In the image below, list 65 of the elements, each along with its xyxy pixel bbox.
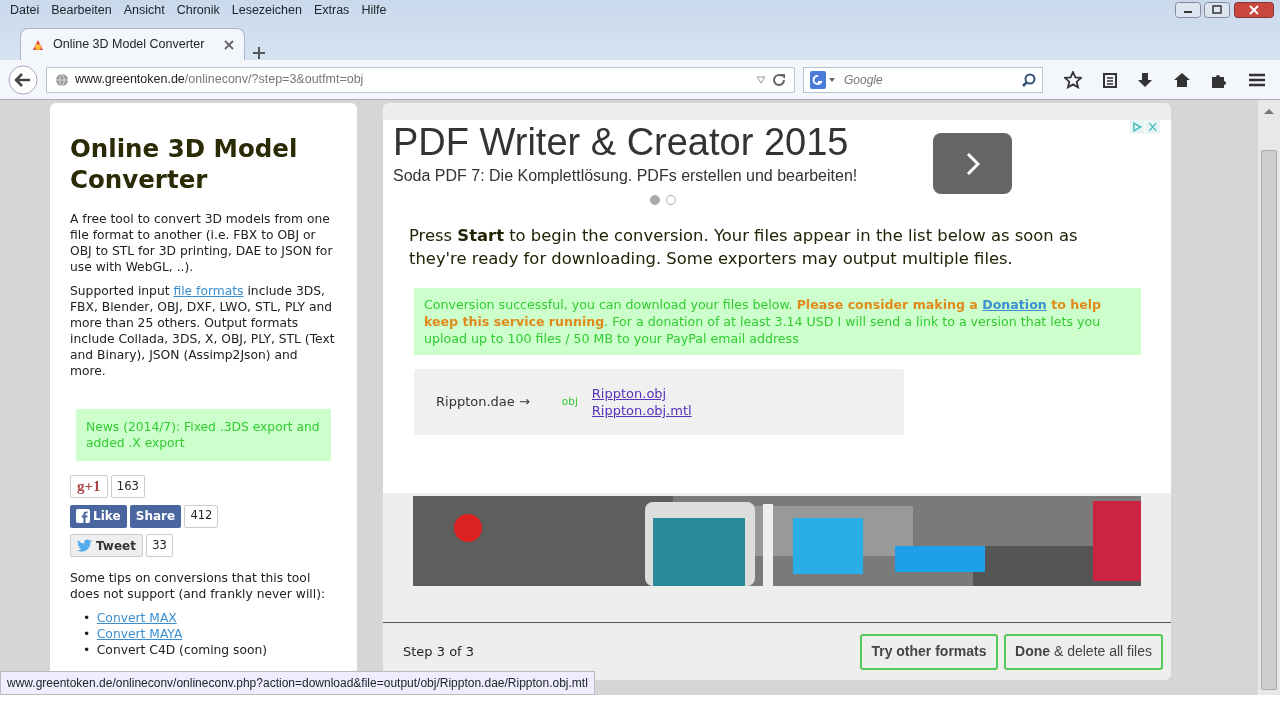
list-item: Convert C4D (coming soon) bbox=[96, 642, 268, 658]
paragraph: Supported input file formats include 3DS, FBX, Blender, OBJ, DXF, LWO, STL, PLY and more than 25 others. Output formats include Collada, 3DS, X, OBJ, PLY, STL (Text and Binary), JSON (Assimp2Json) and more. bbox=[70, 283, 336, 379]
status-url: www.greentoken.de/onlineconv/onlineconv.php?action=download&file=output/obj/Rippton.dae/Rippton.obj.mtl bbox=[0, 671, 595, 695]
paragraph: A free tool to convert 3D models from one file format to another (i.e. FBX to OBJ or OBJ to STL for 3D printing, DAE to JSON for use with WebGL, ..). bbox=[70, 211, 334, 275]
menu-item[interactable]: Bearbeiten bbox=[51, 0, 112, 20]
ad-headline[interactable]: PDF Writer & Creator 2015 bbox=[393, 120, 933, 164]
search-engine-icon[interactable] bbox=[810, 70, 836, 89]
bullet: • bbox=[83, 626, 91, 642]
bird-icon bbox=[77, 539, 93, 552]
bookmarks-list-icon[interactable] bbox=[1101, 71, 1118, 88]
carousel-dot[interactable] bbox=[649, 194, 660, 205]
tab-title: Online 3D Model Converter bbox=[53, 36, 206, 54]
menu-item[interactable]: Datei bbox=[10, 0, 40, 20]
download-icon[interactable] bbox=[1137, 71, 1153, 88]
plus-one-button[interactable]: g+1 bbox=[70, 475, 108, 498]
menu-icon[interactable] bbox=[1247, 71, 1266, 88]
search-icon[interactable] bbox=[1022, 72, 1036, 87]
reload-icon[interactable] bbox=[772, 72, 786, 87]
url-text: www.greentoken.de/onlineconv/?step=3&outfmt=obj bbox=[75, 71, 365, 89]
like-button[interactable]: Like bbox=[70, 504, 127, 528]
browser-tab[interactable]: Online 3D Model Converter bbox=[20, 28, 245, 60]
ad-text[interactable]: Soda PDF 7: Die Komplettlösung. PDFs erstellen und bearbeiten! bbox=[393, 164, 933, 188]
file-link[interactable]: Rippton.obj.mtl bbox=[591, 402, 692, 419]
menu-item[interactable]: Chronik bbox=[176, 0, 220, 20]
page-title: Online 3D Model Converter bbox=[70, 133, 299, 195]
minimize-button[interactable] bbox=[1175, 2, 1201, 18]
step-indicator: Step 3 of 3 bbox=[403, 642, 475, 661]
share-count: 33 bbox=[146, 534, 173, 557]
close-icon[interactable] bbox=[224, 39, 234, 50]
share-count: 163 bbox=[110, 475, 145, 498]
maximize-button[interactable] bbox=[1204, 2, 1231, 18]
back-button[interactable] bbox=[8, 64, 38, 95]
menu-item[interactable]: Ansicht bbox=[123, 0, 165, 20]
facebook-icon bbox=[76, 509, 90, 523]
bullet: • bbox=[83, 642, 91, 658]
footer-button[interactable]: Done & delete all files bbox=[1004, 633, 1163, 670]
new-tab-icon[interactable] bbox=[251, 46, 266, 60]
menu-item[interactable]: Extras bbox=[313, 0, 350, 20]
close-button[interactable] bbox=[1233, 2, 1274, 18]
link[interactable]: file formats bbox=[173, 284, 244, 298]
address-bar[interactable]: www.greentoken.de/onlineconv/?step=3&outfmt=obj bbox=[46, 66, 795, 93]
link[interactable]: Convert MAX bbox=[96, 610, 177, 626]
bullet: • bbox=[83, 610, 91, 626]
chevron-right-icon bbox=[965, 151, 980, 176]
search-field[interactable]: Google bbox=[803, 66, 1043, 93]
news-notice: News (2014/7): Fixed .3DS export and added .X export bbox=[76, 409, 331, 461]
next-button[interactable] bbox=[933, 133, 1013, 194]
paragraph: Some tips on conversions that this tool does not support (and frankly never will): bbox=[70, 570, 327, 602]
share-button[interactable]: Share bbox=[129, 504, 182, 528]
link[interactable]: Convert MAYA bbox=[96, 626, 183, 642]
globe-icon bbox=[55, 72, 69, 87]
bookmark-star-icon[interactable] bbox=[1064, 70, 1082, 89]
format-label: obj bbox=[561, 394, 578, 410]
tweet-button[interactable]: Tweet bbox=[70, 534, 143, 557]
menu-item[interactable]: Lesezeichen bbox=[231, 0, 302, 20]
share-count: 412 bbox=[184, 504, 219, 528]
menu-item[interactable]: Hilfe bbox=[361, 0, 387, 20]
scrollbar-thumb[interactable] bbox=[1261, 149, 1277, 690]
instructions: Press Start to begin the conversion. Your files appear in the list below as soon as they're ready for downloading. Some exporters may output multiple files. bbox=[408, 225, 1079, 270]
carousel-dot[interactable] bbox=[666, 194, 677, 205]
source-filename: Rippton.dae → bbox=[436, 393, 530, 412]
success-alert: Conversion successful, you can download your files below. Please consider making a Donation to help keep this service running. For a donation of at least 3.14 USD I will send a link to a version that lets you upload up to 100 files / 50 MB to your PayPal email address bbox=[414, 288, 1141, 355]
home-icon[interactable] bbox=[1172, 71, 1191, 88]
file-link[interactable]: Rippton.obj bbox=[591, 385, 667, 402]
footer-button[interactable]: Try other formats bbox=[860, 633, 998, 670]
